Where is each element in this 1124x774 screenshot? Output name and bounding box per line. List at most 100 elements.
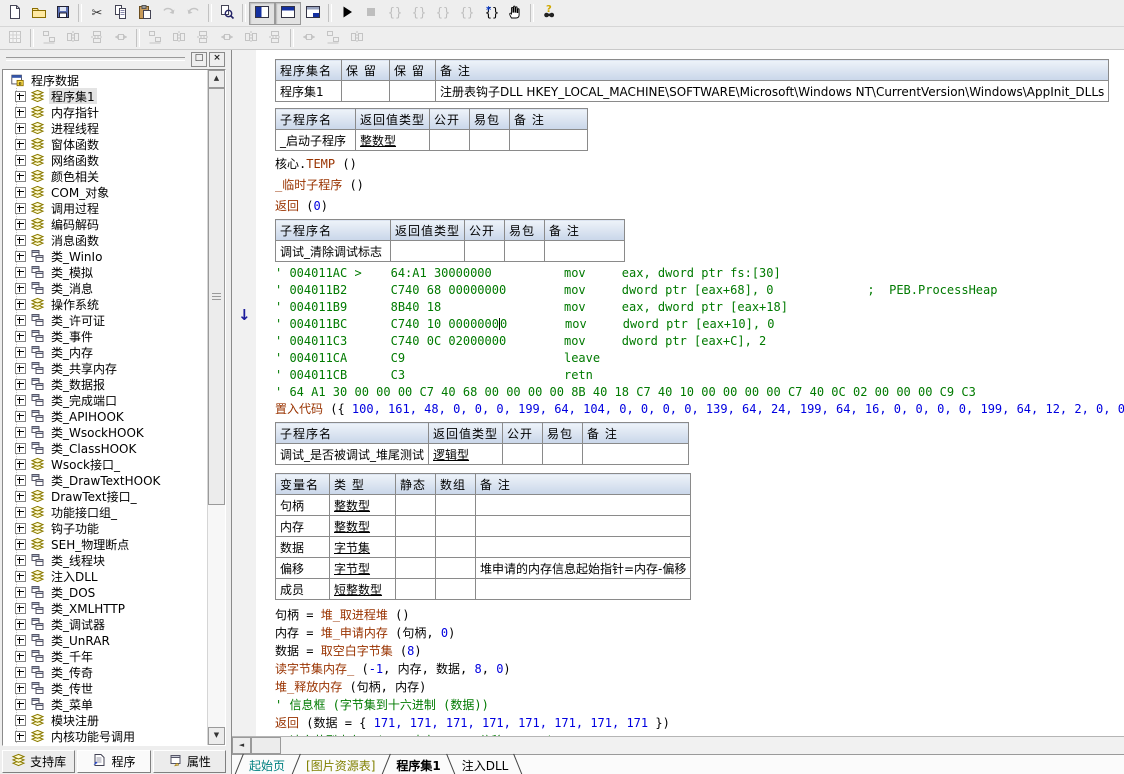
tree-expander[interactable] xyxy=(15,155,26,166)
tree-item[interactable]: 类_DrawTextHOOK xyxy=(6,472,207,488)
tree-item-label[interactable]: 类_APIHOOK xyxy=(49,408,126,424)
tree-expander[interactable] xyxy=(15,395,26,406)
editor-content[interactable]: 程序集名保 留保 留备 注程序集1注册表钩子DLL HKEY_LOCAL_MAC… xyxy=(256,50,1124,736)
tree-scroll-track[interactable] xyxy=(208,88,225,727)
tree-item-label[interactable]: 编码解码 xyxy=(49,216,101,232)
document-tab[interactable]: 注入DLL xyxy=(454,755,517,774)
type-link[interactable]: 整数型 xyxy=(330,516,396,537)
type-link[interactable]: 字节型 xyxy=(330,558,396,579)
tree-item[interactable]: 网络函数 xyxy=(6,152,207,168)
tree-expander[interactable] xyxy=(15,603,26,614)
tree-expander[interactable] xyxy=(15,299,26,310)
tree-item-label[interactable]: 类_共享内存 xyxy=(49,360,119,376)
tree-expander[interactable] xyxy=(15,203,26,214)
tree-item-label[interactable]: 类_内存 xyxy=(49,344,95,360)
tree-item-label[interactable]: 类_模拟 xyxy=(49,264,95,280)
tree-item-label[interactable]: 消息函数 xyxy=(49,232,101,248)
tree-item[interactable]: 注入DLL xyxy=(6,568,207,584)
tree-item-label[interactable]: 颜色相关 xyxy=(49,168,101,184)
tree-item[interactable]: 类_消息 xyxy=(6,280,207,296)
tree-item[interactable]: 类_许可证 xyxy=(6,312,207,328)
tree-expander[interactable] xyxy=(15,363,26,374)
tree-item[interactable]: 类_菜单 xyxy=(6,696,207,712)
tree-item-label[interactable]: 类_WsockHOOK xyxy=(49,424,146,440)
tree-item-label[interactable]: 程序集1 xyxy=(49,88,97,104)
paste-button[interactable] xyxy=(133,3,157,24)
tree-item[interactable]: 消息函数 xyxy=(6,232,207,248)
tree-item-label[interactable]: Wsock接口_ xyxy=(49,456,122,472)
tree-item[interactable]: 进程线程 xyxy=(6,120,207,136)
tree-expander[interactable] xyxy=(15,683,26,694)
tree-item[interactable]: 类_APIHOOK xyxy=(6,408,207,424)
tree-item[interactable]: 类_千年 xyxy=(6,648,207,664)
pan-hand-button[interactable] xyxy=(503,3,527,24)
tree-item[interactable]: 类_WinIo xyxy=(6,248,207,264)
tree-root-label[interactable]: 程序数据 xyxy=(29,72,81,88)
tree-item-label[interactable]: 类_传奇 xyxy=(49,664,95,680)
document-tab[interactable]: [图片资源表] xyxy=(298,755,383,774)
tree-item[interactable]: 类_传奇 xyxy=(6,664,207,680)
tree-item[interactable]: 调用过程 xyxy=(6,200,207,216)
tree-expander[interactable] xyxy=(15,123,26,134)
copy-button[interactable] xyxy=(109,3,133,24)
tree-item-label[interactable]: 网络函数 xyxy=(49,152,101,168)
tree-item[interactable]: COM_对象 xyxy=(6,184,207,200)
type-link[interactable]: 字节集 xyxy=(330,537,396,558)
tree-expander[interactable] xyxy=(15,283,26,294)
tree-expander[interactable] xyxy=(15,315,26,326)
document-tab[interactable]: 起始页 xyxy=(241,755,293,774)
tree-item-label[interactable]: 类_许可证 xyxy=(49,312,107,328)
tree-item-label[interactable]: 功能接口组_ xyxy=(49,504,119,520)
new-file-button[interactable] xyxy=(3,3,27,24)
panel-maximize-button[interactable]: □ xyxy=(191,52,207,67)
tree-scroll-thumb[interactable] xyxy=(208,88,225,505)
tree-item[interactable]: 类_数据报 xyxy=(6,376,207,392)
tree-expander[interactable] xyxy=(15,171,26,182)
tree-expander[interactable] xyxy=(15,651,26,662)
tree-expander[interactable] xyxy=(15,507,26,518)
tree-expander[interactable] xyxy=(15,251,26,262)
tree-item[interactable]: 类_调试器 xyxy=(6,616,207,632)
tree-item-label[interactable]: 类_完成端口 xyxy=(49,392,119,408)
tree-item-label[interactable]: 类_千年 xyxy=(49,648,95,664)
tree-item-label[interactable]: 类_ClassHOOK xyxy=(49,440,138,456)
tree-expander[interactable] xyxy=(15,555,26,566)
type-link[interactable]: 整数型 xyxy=(330,495,396,516)
tree-item-label[interactable]: DrawText接口_ xyxy=(49,488,139,504)
tree-item-label[interactable]: 进程线程 xyxy=(49,120,101,136)
toggle-breakpoint-button[interactable]: {}* xyxy=(479,3,503,24)
scroll-down-button[interactable]: ▼ xyxy=(208,727,225,745)
tree-item[interactable]: 操作系统 xyxy=(6,296,207,312)
cut-button[interactable]: ✂ xyxy=(85,3,109,24)
tree-item-label[interactable]: 类_调试器 xyxy=(49,616,107,632)
tree-item-label[interactable]: 类_菜单 xyxy=(49,696,95,712)
hscroll-thumb[interactable] xyxy=(251,737,281,754)
tree-item-label[interactable]: 模块注册 xyxy=(49,712,101,728)
tree-item[interactable]: 内存指针 xyxy=(6,104,207,120)
tree-item[interactable]: 类_模拟 xyxy=(6,264,207,280)
tree-expander[interactable] xyxy=(15,139,26,150)
save-file-button[interactable] xyxy=(51,3,75,24)
layout-output-button[interactable] xyxy=(301,3,325,24)
tree-expander[interactable] xyxy=(15,459,26,470)
tree-item[interactable]: 类_DOS xyxy=(6,584,207,600)
tree-item-label[interactable]: 类_XMLHTTP xyxy=(49,600,127,616)
tree-item[interactable]: 类_传世 xyxy=(6,680,207,696)
tree-expander[interactable] xyxy=(15,235,26,246)
workspace-tab-doc[interactable]: 程序 xyxy=(77,750,150,773)
panel-close-button[interactable]: × xyxy=(209,52,225,67)
tree-expander[interactable] xyxy=(15,475,26,486)
workspace-tab-lib[interactable]: 支持库 xyxy=(2,750,75,773)
tree-item[interactable]: 功能接口组_ xyxy=(6,504,207,520)
tree-item-label[interactable]: 注入DLL xyxy=(49,568,100,584)
tree-item-label[interactable]: 类_数据报 xyxy=(49,376,107,392)
tree-expander[interactable] xyxy=(15,491,26,502)
tree-item-label[interactable]: SEH_物理断点 xyxy=(49,536,131,552)
tree-expander[interactable] xyxy=(15,635,26,646)
tree-item[interactable]: 类_ClassHOOK xyxy=(6,440,207,456)
type-link[interactable]: 逻辑型 xyxy=(429,444,503,465)
tree-item-label[interactable]: 类_事件 xyxy=(49,328,95,344)
tree-root[interactable]: e程序数据 xyxy=(6,72,207,88)
tree-expander[interactable] xyxy=(15,619,26,630)
tree-item[interactable]: 类_WsockHOOK xyxy=(6,424,207,440)
